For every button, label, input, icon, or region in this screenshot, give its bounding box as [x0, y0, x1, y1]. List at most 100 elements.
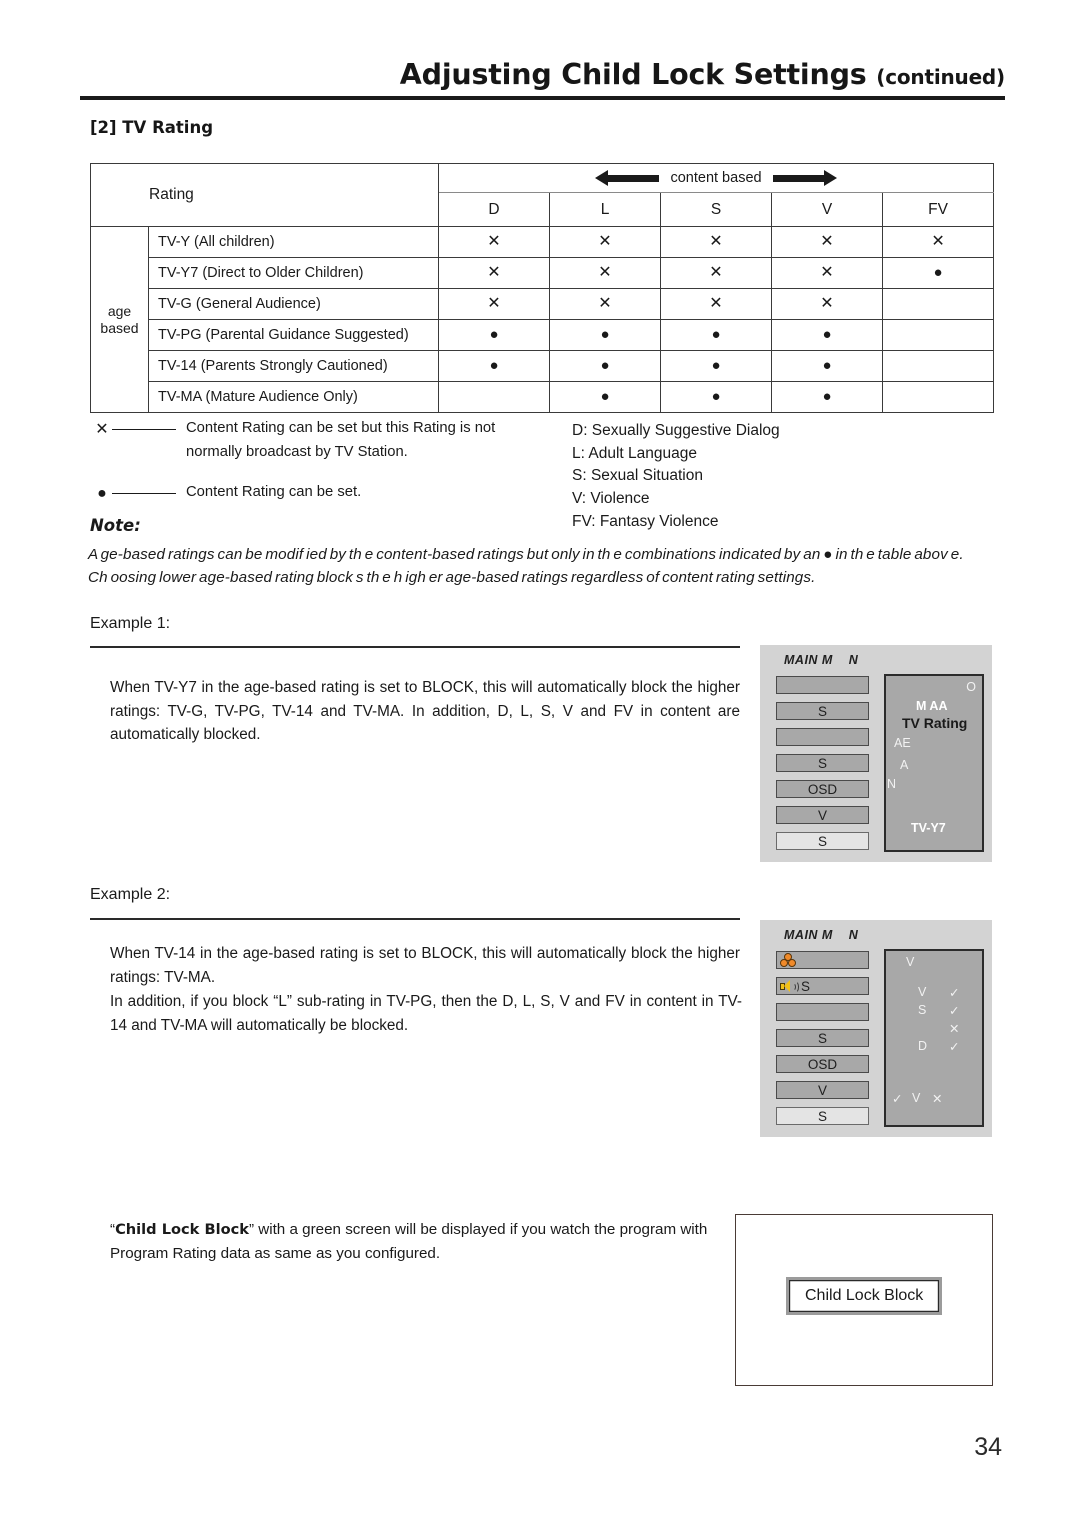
age-based-label: age based: [90, 226, 149, 413]
example2-main-label: MAIN M N: [784, 928, 859, 942]
menu-bar-label: S: [817, 703, 827, 719]
cell-mark: ●: [438, 319, 550, 351]
row-label: TV-MA (Mature Audience Only): [148, 381, 439, 413]
legend-dot-text: Content Rating can be set.: [186, 483, 362, 500]
speaker-icon: [780, 979, 799, 993]
cell-mark: ✕: [549, 288, 661, 320]
legend-dash: [112, 429, 176, 430]
menu-bar-4[interactable]: S: [776, 754, 869, 772]
panel-title-tv-rating: TV Rating: [902, 715, 968, 731]
footer-cross-icon: ✕: [932, 1092, 943, 1106]
cell-mark: ●: [660, 381, 772, 413]
color-wheel-icon: [780, 953, 796, 967]
menu-bar-label: OSD: [807, 1056, 838, 1072]
example1-submenu-panel: O M AA TV Rating AE A N TV-Y7: [884, 674, 984, 852]
arrow-right-icon: [772, 170, 837, 186]
panel-corner-frag: O: [966, 680, 976, 694]
cell-mark: ●: [549, 319, 661, 351]
note-body: A ge-based ratings can be modif ied by t…: [88, 543, 1005, 589]
column-header-s: S: [660, 192, 772, 227]
table-row: TV-G (General Audience) ✕ ✕ ✕ ✕: [91, 288, 995, 320]
example2-paragraph-1: When TV-14 in the age-based rating is se…: [110, 945, 740, 986]
example1-label: Example 1:: [90, 615, 171, 632]
note-label: Note:: [90, 516, 141, 535]
page-title-main: Adjusting Child Lock Settings: [399, 58, 867, 91]
note-line-1: A ge-based ratings can be modif ied by t…: [88, 546, 964, 563]
cell-mark: ●: [881, 257, 995, 289]
cell-mark: ✕: [438, 288, 550, 320]
example1-divider: [90, 646, 740, 648]
menu-bar-7-selected[interactable]: S: [776, 1107, 869, 1125]
rating-corner-label: Rating: [90, 163, 439, 227]
example2-divider: [90, 918, 740, 920]
legend: ✕ Content Rating can be set but this Rat…: [92, 418, 572, 505]
cell-mark: ✕: [549, 257, 661, 289]
menu-bar-1[interactable]: [776, 676, 869, 694]
cell-mark: [881, 288, 995, 320]
row-label: TV-Y7 (Direct to Older Children): [148, 257, 439, 289]
cell-mark: ✕: [660, 226, 772, 258]
menu-bar-6[interactable]: V: [776, 806, 869, 824]
menu-bar-label: S: [817, 1030, 827, 1046]
note-line-2: Ch oosing lower age-based rating block s…: [88, 569, 816, 587]
content-definitions: D: Sexually Suggestive Dialog L: Adult L…: [572, 420, 780, 533]
example2-paragraph-2: In addition, if you block “L” sub-rating…: [110, 993, 742, 1034]
column-header-d: D: [438, 192, 550, 227]
panel-row-label-d: D: [918, 1039, 928, 1053]
cell-mark: ✕: [438, 257, 550, 289]
panel-frag-row1: M AA: [916, 699, 948, 713]
menu-bar-2-sound[interactable]: S: [776, 977, 869, 995]
menu-bar-5[interactable]: OSD: [776, 1055, 869, 1073]
legend-spacer: [92, 464, 572, 482]
table-header-row-content-based: Rating content based: [90, 163, 995, 227]
example2-menu-mock: MAIN M N S S OSD V S V V ✓ S ✓ ✕ D ✓ ✓ V…: [760, 920, 992, 1137]
child-lock-screen-mock: Child Lock Block: [735, 1214, 993, 1386]
panel-frag-n: N: [887, 777, 897, 791]
footer-frag-v: V: [912, 1091, 921, 1105]
menu-bar-label: S: [817, 833, 827, 849]
child-lock-description: “Child Lock Block” with a green screen w…: [110, 1218, 722, 1265]
table-row: age based TV-Y (All children) ✕ ✕ ✕ ✕ ✕: [90, 226, 995, 413]
panel-frag-ae: AE: [894, 736, 911, 750]
cell-mark: ✕: [549, 226, 661, 258]
panel-value-tv-y7: TV-Y7: [911, 821, 946, 835]
tv-rating-table: Rating content based D L S V FV age based…: [90, 163, 995, 413]
menu-bar-label: OSD: [807, 781, 838, 797]
definition-l: L: Adult Language: [572, 444, 697, 462]
content-based-label: content based: [670, 170, 762, 186]
menu-bar-6[interactable]: V: [776, 1081, 869, 1099]
menu-bar-label: S: [801, 978, 811, 994]
cell-mark: ✕: [438, 226, 550, 258]
menu-bar-7-selected[interactable]: S: [776, 832, 869, 850]
menu-bar-1-picture[interactable]: [776, 951, 869, 969]
example1-paragraph: When TV-Y7 in the age-based rating is se…: [110, 679, 740, 744]
menu-bar-5[interactable]: OSD: [776, 780, 869, 798]
cell-mark: [881, 381, 995, 413]
panel-row-label-v: V: [918, 985, 927, 999]
definition-fv: FV: Fantasy Violence: [572, 512, 719, 530]
definition-s: S: Sexual Situation: [572, 467, 703, 485]
check-icon: ✓: [949, 1040, 960, 1054]
row-label: TV-Y (All children): [148, 226, 439, 258]
cell-mark: ✕: [660, 288, 772, 320]
section-heading: [2] TV Rating: [90, 118, 214, 137]
menu-bar-label: V: [817, 1082, 827, 1098]
child-lock-block-button[interactable]: Child Lock Block: [786, 1277, 943, 1315]
menu-bar-3[interactable]: [776, 728, 869, 746]
definition-v: V: Violence: [572, 489, 650, 507]
child-lock-bold-term: Child Lock Block: [115, 1221, 249, 1238]
footer-check-icon: ✓: [892, 1092, 903, 1106]
column-header-v: V: [771, 192, 883, 227]
cell-mark: ✕: [771, 226, 883, 258]
legend-x-text-cont: normally broadcast by TV Station.: [186, 443, 408, 460]
legend-row-x: ✕ Content Rating can be set but this Rat…: [92, 418, 572, 442]
cell-mark: ✕: [660, 257, 772, 289]
panel-top-frag: V: [906, 955, 915, 969]
column-header-l: L: [549, 192, 661, 227]
cell-mark: ●: [438, 350, 550, 382]
example1-main-label: MAIN M N: [784, 653, 859, 667]
menu-bar-3[interactable]: [776, 1003, 869, 1021]
menu-bar-4[interactable]: S: [776, 1029, 869, 1047]
row-label: TV-PG (Parental Guidance Suggested): [148, 319, 439, 351]
menu-bar-2[interactable]: S: [776, 702, 869, 720]
